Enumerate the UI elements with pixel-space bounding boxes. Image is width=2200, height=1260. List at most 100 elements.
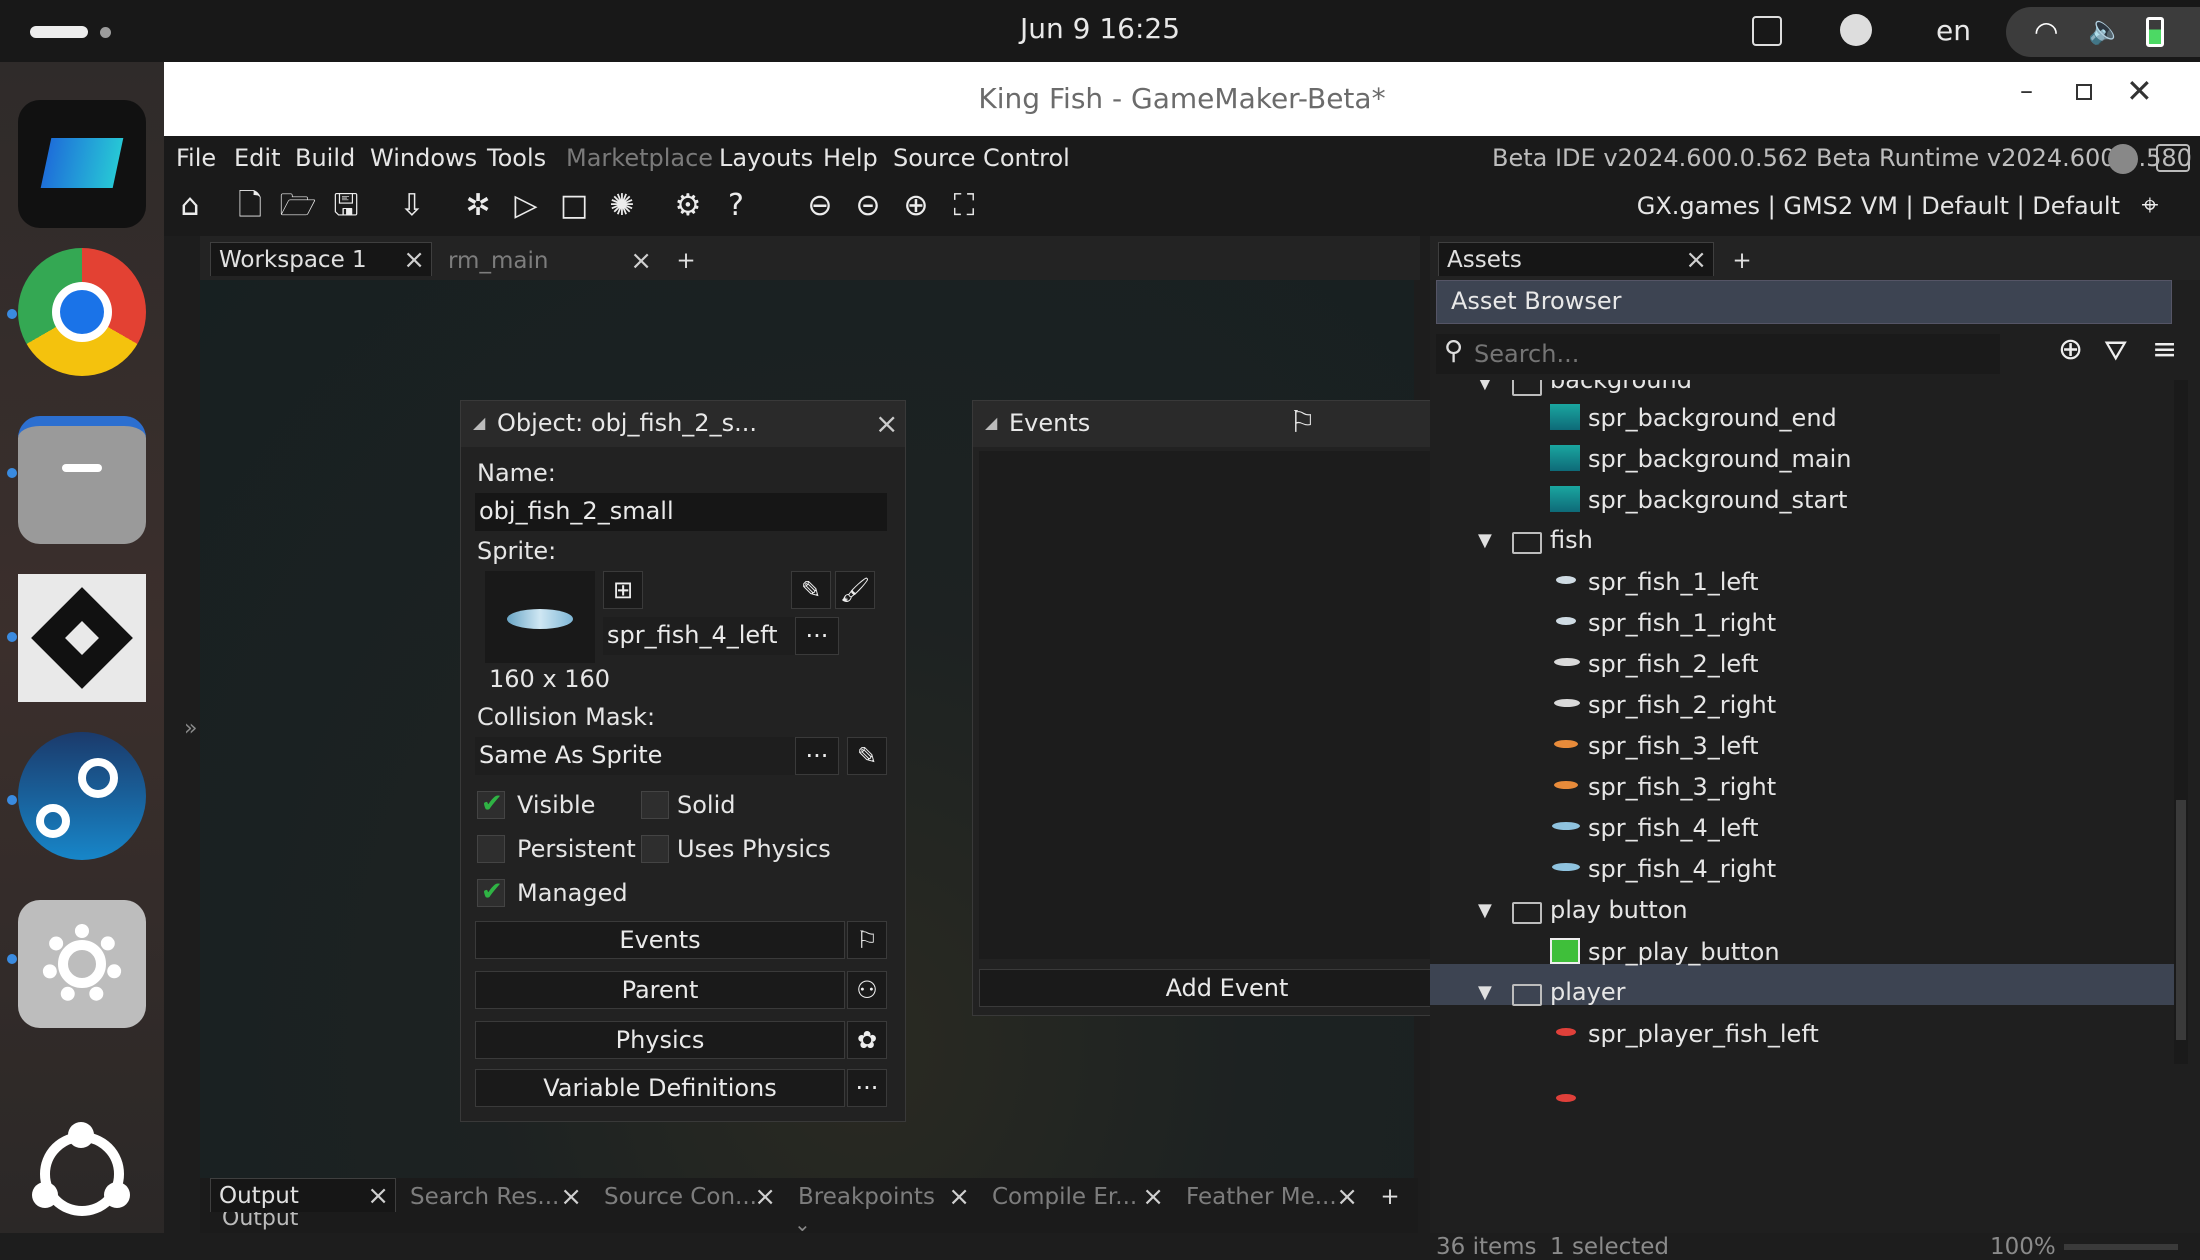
run-icon[interactable]: ▷ xyxy=(506,186,546,226)
zoom-reset-icon[interactable]: ⊝ xyxy=(848,186,888,226)
keyboard-layout[interactable]: en xyxy=(1936,14,1971,47)
new-file-icon[interactable]: 🗋 xyxy=(230,186,270,226)
tree-item[interactable]: spr_background_end xyxy=(1588,404,1837,432)
menu-icon[interactable]: ≡ xyxy=(2152,332,2177,367)
scrollbar-thumb[interactable] xyxy=(2176,800,2186,1040)
expand-icon[interactable]: ▼ xyxy=(1478,530,1492,551)
minimize-button[interactable]: – xyxy=(2020,76,2033,106)
tree-item[interactable]: spr_play_button xyxy=(1588,938,1780,966)
stop-icon[interactable]: □ xyxy=(554,186,594,226)
target-selector[interactable]: GX.games | GMS2 VM | Default | Default xyxy=(1637,192,2120,220)
collision-mask-field[interactable]: Same As Sprite xyxy=(475,737,795,775)
steam-icon[interactable] xyxy=(18,732,146,860)
tree-item[interactable]: spr_fish_1_right xyxy=(1588,609,1776,637)
events-list[interactable] xyxy=(979,451,1475,959)
close-icon[interactable]: × xyxy=(403,245,425,275)
chrome-icon[interactable] xyxy=(18,248,146,376)
managed-checkbox[interactable] xyxy=(477,877,505,907)
fit-view-icon[interactable]: ⛶ xyxy=(944,186,984,226)
target-icon[interactable]: ⌖ xyxy=(2130,186,2170,226)
zoom-out-icon[interactable]: ⊖ xyxy=(800,186,840,226)
tree-item[interactable]: spr_fish_1_left xyxy=(1588,568,1759,596)
maximize-button[interactable] xyxy=(2076,84,2092,100)
create-executable-icon[interactable]: ⇩ xyxy=(392,186,432,226)
tree-item[interactable]: player xyxy=(1550,978,1625,1006)
close-icon[interactable]: × xyxy=(875,407,898,440)
show-apps-icon[interactable] xyxy=(18,1112,146,1240)
add-tab-button[interactable]: + xyxy=(666,242,706,276)
close-icon[interactable]: × xyxy=(1142,1182,1164,1212)
zoom-in-icon[interactable]: ⊕ xyxy=(896,186,936,226)
hierarchy-icon[interactable]: ⚇ xyxy=(847,971,887,1009)
more-icon[interactable]: ··· xyxy=(847,1069,887,1107)
system-menu[interactable]: ◠ 🔈 xyxy=(2006,7,2200,57)
tree-item[interactable]: spr_fish_2_left xyxy=(1588,650,1759,678)
panel-header[interactable]: ◢ Object: obj_fish_2_s... × xyxy=(461,401,905,447)
scrollbar[interactable] xyxy=(2174,380,2188,1064)
tab-output[interactable]: Output × xyxy=(210,1178,396,1212)
new-sprite-button[interactable]: ⊞ xyxy=(603,571,643,609)
settings-icon[interactable] xyxy=(18,900,146,1028)
expand-icon[interactable]: ▼ xyxy=(1478,380,1492,393)
uses-physics-checkbox[interactable] xyxy=(641,835,669,863)
tab-search-results[interactable]: Search Res... × xyxy=(402,1178,588,1212)
menu-source-control[interactable]: Source Control xyxy=(893,144,1070,172)
visible-checkbox[interactable] xyxy=(477,789,505,819)
files-icon[interactable] xyxy=(18,416,146,544)
flag-icon[interactable]: ⚐ xyxy=(847,921,887,959)
menu-edit[interactable]: Edit xyxy=(234,144,280,172)
menu-file[interactable]: File xyxy=(176,144,216,172)
tab-feather-messages[interactable]: Feather Me... × xyxy=(1178,1178,1364,1212)
persistent-checkbox[interactable] xyxy=(477,835,505,863)
expand-icon[interactable]: ▼ xyxy=(1478,982,1492,1003)
gamemaker-icon[interactable] xyxy=(18,574,146,702)
parent-button[interactable]: Parent xyxy=(475,971,845,1009)
add-tab-button[interactable]: + xyxy=(1722,242,1762,276)
sprite-browse-button[interactable]: ··· xyxy=(795,617,839,655)
expand-icon[interactable]: ▼ xyxy=(1478,900,1492,921)
app-launcher-icon[interactable] xyxy=(18,100,146,228)
panel-header[interactable]: ◢ Events ⚐ × xyxy=(973,401,1479,447)
tab-workspace-1[interactable]: Workspace 1 × xyxy=(210,242,432,276)
edit-mask-button[interactable]: ✎ xyxy=(847,737,887,775)
close-icon[interactable]: × xyxy=(948,1182,970,1212)
close-icon[interactable]: × xyxy=(1685,245,1707,275)
tab-assets[interactable]: Assets × xyxy=(1438,242,1714,276)
filter-icon[interactable]: ⛛ xyxy=(2104,334,2128,368)
chat-icon[interactable] xyxy=(2156,144,2190,172)
tree-item[interactable]: play button xyxy=(1550,896,1688,924)
menu-help[interactable]: Help xyxy=(823,144,878,172)
clean-icon[interactable]: ✺ xyxy=(602,186,642,226)
variable-definitions-button[interactable]: Variable Definitions xyxy=(475,1069,845,1107)
close-icon[interactable]: × xyxy=(754,1182,776,1212)
name-field[interactable]: obj_fish_2_small xyxy=(475,493,887,531)
title-bar[interactable]: King Fish - GameMaker-Beta* – ✕ xyxy=(164,62,2200,136)
close-icon[interactable]: × xyxy=(1336,1182,1358,1212)
tree-item[interactable]: fish xyxy=(1550,526,1593,554)
menu-layouts[interactable]: Layouts xyxy=(719,144,813,172)
collision-browse-button[interactable]: ··· xyxy=(795,737,839,775)
menu-build[interactable]: Build xyxy=(295,144,355,172)
asset-tree[interactable]: ▼ background spr_background_end spr_back… xyxy=(1430,380,2184,1064)
tab-compile-errors[interactable]: Compile Er... × xyxy=(984,1178,1170,1212)
add-asset-icon[interactable]: ⊕ xyxy=(2058,332,2083,367)
solid-checkbox[interactable] xyxy=(641,791,669,819)
add-tab-button[interactable]: + xyxy=(1370,1178,1410,1212)
tab-source-control[interactable]: Source Con... × xyxy=(596,1178,782,1212)
tree-item[interactable]: spr_fish_4_left xyxy=(1588,814,1759,842)
physics-icon[interactable]: ✿ xyxy=(847,1021,887,1059)
close-button[interactable]: ✕ xyxy=(2126,72,2153,110)
tree-item[interactable]: spr_fish_2_right xyxy=(1588,691,1776,719)
account-icon[interactable] xyxy=(2108,144,2138,174)
close-icon[interactable]: × xyxy=(560,1182,582,1212)
add-event-button[interactable]: Add Event xyxy=(979,969,1475,1007)
menu-marketplace[interactable]: Marketplace xyxy=(566,144,713,172)
tree-item[interactable]: spr_player_fish_left xyxy=(1588,1020,1819,1048)
physics-button[interactable]: Physics xyxy=(475,1021,845,1059)
paint-sprite-button[interactable]: 🖌 xyxy=(835,571,875,609)
menu-windows[interactable]: Windows xyxy=(370,144,477,172)
left-collapse-icon[interactable]: » xyxy=(184,716,197,741)
tree-item[interactable]: spr_background_main xyxy=(1588,445,1852,473)
open-folder-icon[interactable]: 🗁 xyxy=(278,186,318,226)
tree-item[interactable]: spr_background_start xyxy=(1588,486,1847,514)
